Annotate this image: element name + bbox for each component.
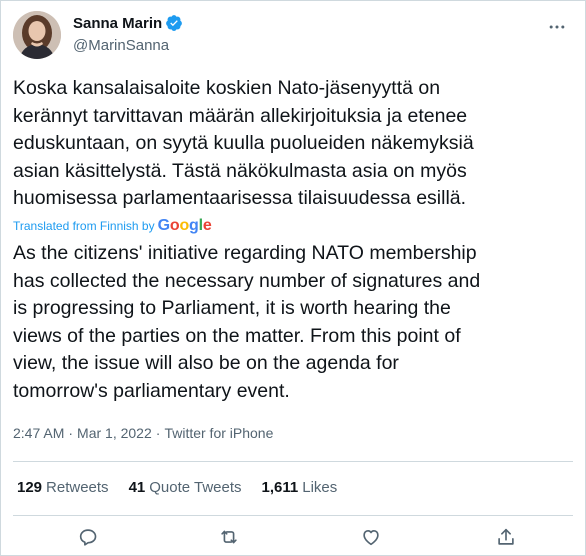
- tweet-header: Sanna Marin @MarinSanna: [13, 11, 573, 61]
- reply-icon[interactable]: [75, 524, 101, 550]
- tweet-meta: 2:47 AM · Mar 1, 2022 · Twitter for iPhone: [13, 425, 273, 441]
- likes-stat[interactable]: 1,611 Likes: [262, 479, 338, 496]
- engagement-stats: 129 Retweets 41 Quote Tweets 1,611 Likes: [17, 479, 357, 496]
- tweet-text-english: As the citizens' initiative regarding NA…: [13, 242, 481, 402]
- avatar[interactable]: [13, 11, 61, 59]
- action-bar: [1, 524, 585, 550]
- translated-label: Translated from Finnish by: [13, 219, 155, 233]
- tweet-card: Sanna Marin @MarinSanna Koska kansalaisa…: [0, 0, 586, 556]
- profile-photo-icon: [13, 11, 61, 59]
- retweet-icon[interactable]: [216, 524, 242, 550]
- quote-tweets-stat[interactable]: 41 Quote Tweets: [129, 479, 242, 496]
- share-icon[interactable]: [493, 524, 519, 550]
- divider: [13, 515, 573, 516]
- tweet-text-finnish: Koska kansalaisaloite koskien Nato-jäsen…: [13, 77, 474, 209]
- more-options-icon[interactable]: [545, 15, 569, 39]
- divider: [13, 461, 573, 462]
- meta-separator: ·: [155, 425, 161, 441]
- author-handle[interactable]: @MarinSanna: [73, 37, 183, 54]
- tweet-date[interactable]: Mar 1, 2022: [77, 425, 152, 441]
- author-block: Sanna Marin @MarinSanna: [73, 13, 183, 54]
- tweet-time[interactable]: 2:47 AM: [13, 425, 64, 441]
- google-logo: Google: [157, 217, 212, 234]
- verified-badge-icon: [165, 14, 183, 32]
- like-icon[interactable]: [358, 524, 384, 550]
- author-name[interactable]: Sanna Marin: [73, 15, 162, 32]
- retweets-stat[interactable]: 129 Retweets: [17, 479, 109, 496]
- translation-attribution[interactable]: Translated from Finnish by Google: [13, 217, 212, 235]
- tweet-source[interactable]: Twitter for iPhone: [164, 425, 273, 441]
- meta-separator: ·: [68, 425, 74, 441]
